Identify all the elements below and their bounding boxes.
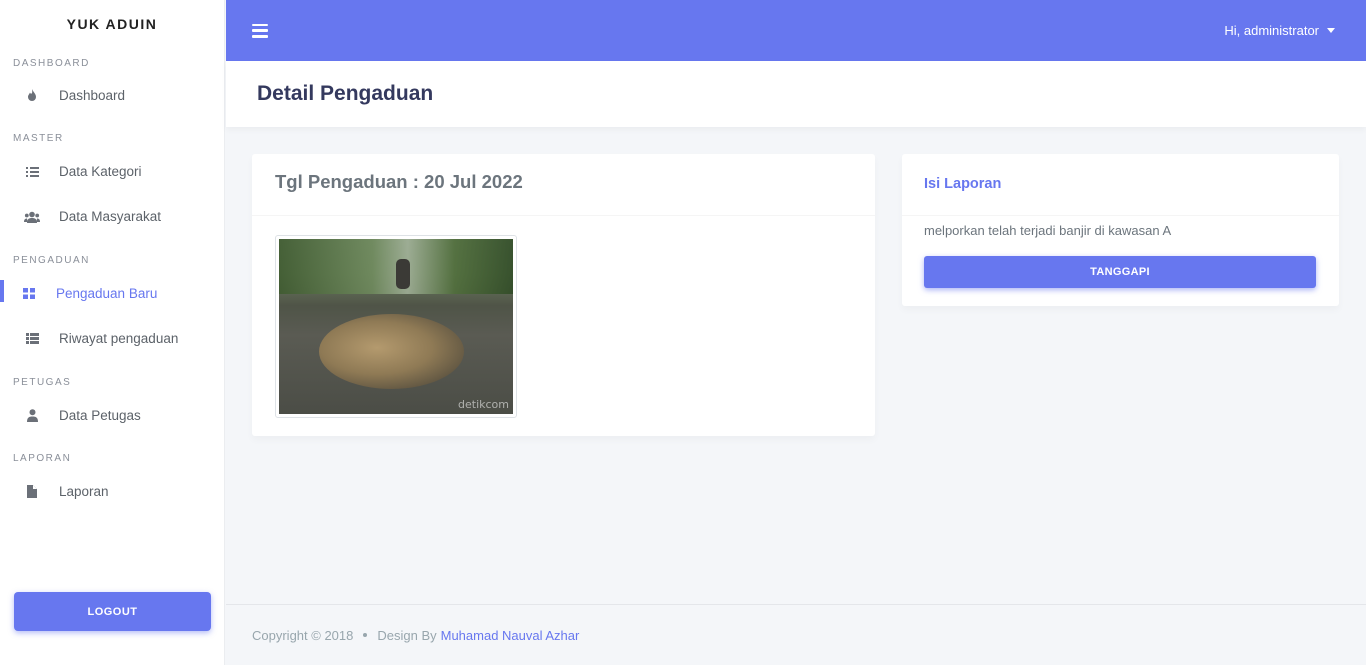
menu-header-master: MASTER [13,133,64,144]
photo-watermark: detikcom [458,398,509,411]
menu-header-laporan: LAPORAN [13,453,72,464]
hamburger-menu-icon[interactable] [252,23,268,38]
report-card: Isi Laporan melporkan telah terjadi banj… [902,154,1339,306]
sidebar-item-label: Data Kategori [59,164,142,179]
sidebar-item-data-masyarakat[interactable]: Data Masyarakat [0,194,224,239]
report-text: melporkan telah terjadi banjir di kawasa… [924,223,1172,238]
sidebar-item-label: Data Petugas [59,408,141,423]
sidebar-item-label: Data Masyarakat [59,209,162,224]
report-heading: Isi Laporan [902,154,1339,216]
users-icon [24,209,40,225]
design-by-text: Design By [377,627,437,643]
fire-icon [24,88,40,104]
sidebar-item-laporan[interactable]: Laporan [0,469,224,514]
sidebar-item-pengaduan-baru[interactable]: Pengaduan Baru [0,271,224,316]
grid-icon [21,286,37,302]
menu-header-petugas: PETUGAS [13,377,72,388]
caret-down-icon [1327,28,1335,33]
page-title: Detail Pengaduan [257,82,434,105]
complaint-detail-card: Tgl Pengaduan : 20 Jul 2022 detikcom [252,154,875,436]
user-icon [24,408,40,424]
sidebar-item-label: Dashboard [59,88,126,103]
sidebar-item-data-kategori[interactable]: Data Kategori [0,149,224,194]
copyright-text: Copyright © 2018 [252,627,354,643]
sidebar-item-label: Laporan [59,484,109,499]
top-navbar: Hi, administrator [226,0,1366,61]
section-header: Detail Pengaduan [226,61,1366,127]
brand-logo[interactable]: YUK ADUIN [0,0,224,48]
pothole-image: detikcom [279,239,513,414]
menu-header-dashboard: DASHBOARD [13,58,90,69]
sidebar-item-riwayat-pengaduan[interactable]: Riwayat pengaduan [0,316,224,361]
sidebar-item-data-petugas[interactable]: Data Petugas [0,393,224,438]
user-greeting: Hi, administrator [1224,23,1319,38]
sidebar-item-dashboard[interactable]: Dashboard [0,73,224,118]
sidebar-item-label: Riwayat pengaduan [59,331,179,346]
sidebar-item-label: Pengaduan Baru [56,286,158,301]
complaint-photo[interactable]: detikcom [275,235,517,418]
user-dropdown[interactable]: Hi, administrator [1224,23,1335,38]
sidebar: YUK ADUIN DASHBOARD Dashboard MASTER Dat… [0,0,225,665]
file-icon [24,484,40,500]
complaint-date-heading: Tgl Pengaduan : 20 Jul 2022 [252,154,875,216]
list-icon [24,164,40,180]
menu-header-pengaduan: PENGADUAN [13,255,90,266]
table-icon [24,331,40,347]
separator-dot [363,633,368,637]
logout-button[interactable]: LOGOUT [14,592,211,631]
author-link[interactable]: Muhamad Nauval Azhar [441,628,580,643]
footer: Copyright © 2018 Design By Muhamad Nauva… [226,604,1366,665]
respond-button[interactable]: TANGGAPI [924,256,1316,288]
